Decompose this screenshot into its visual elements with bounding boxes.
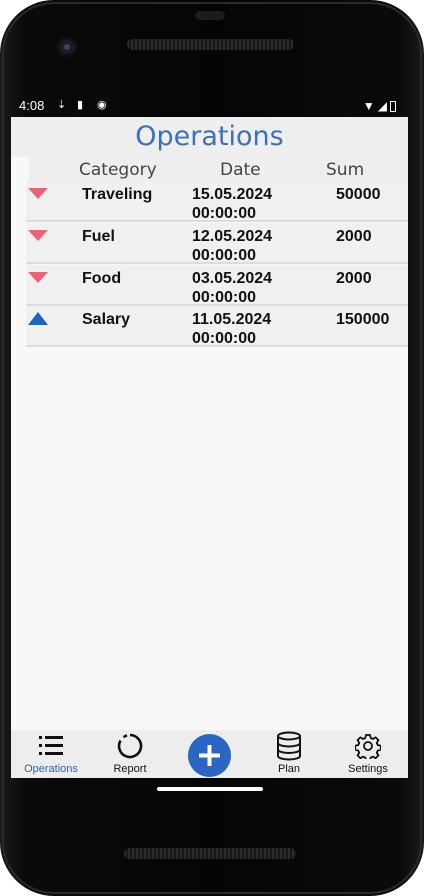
nav-label-settings: Settings [348, 763, 388, 775]
nav-item-settings[interactable]: Settings [333, 730, 403, 778]
gear-icon [355, 734, 381, 759]
sd-card-icon: ▮ [77, 99, 84, 111]
database-icon [277, 731, 301, 761]
bottom-speaker [124, 848, 296, 859]
row-date: 12.05.2024 00:00:00 [192, 228, 273, 264]
row-category: Salary [82, 311, 131, 328]
expense-arrow-icon [28, 188, 48, 199]
nav-item-operations[interactable]: Operations [16, 730, 86, 778]
row-sum: 50000 [336, 186, 381, 203]
list-icon [39, 736, 63, 755]
row-date: 15.05.2024 00:00:00 [192, 186, 273, 222]
nav-label-operations: Operations [24, 763, 78, 775]
nav-item-plan[interactable]: Plan [254, 730, 324, 778]
title-bar: Operations [11, 117, 408, 157]
add-icon [199, 745, 220, 766]
nav-item-report[interactable]: Report [95, 730, 165, 778]
row-sum: 2000 [336, 270, 372, 287]
row-sum: 2000 [336, 228, 372, 245]
app-notification-icon: ◉ [97, 99, 107, 111]
earpiece-speaker [127, 39, 294, 50]
table-row[interactable]: Salary 11.05.2024 00:00:00 150000 [26, 306, 408, 347]
download-icon: ⇣ [57, 99, 67, 111]
bottom-navigation: Operations Report Plan Settings [11, 730, 408, 778]
row-category: Traveling [82, 186, 153, 203]
circle-progress-icon [117, 733, 143, 759]
row-date: 11.05.2024 00:00:00 [192, 311, 272, 347]
nav-label-plan: Plan [277, 763, 301, 775]
signal-icon: ◢ [377, 99, 387, 113]
phone-frame: 4:08 ⇣ ▮ ◉ ▼ ◢ Operations Category Date … [0, 0, 424, 896]
column-header-sum: Sum [326, 160, 365, 180]
status-time: 4:08 [19, 98, 45, 113]
top-sensor [195, 11, 225, 20]
table-header: Category Date Sum [29, 157, 408, 181]
table-row[interactable]: Traveling 15.05.2024 00:00:00 50000 [26, 181, 408, 222]
row-date: 03.05.2024 00:00:00 [192, 270, 273, 306]
income-arrow-icon [28, 312, 48, 325]
expense-arrow-icon [28, 230, 48, 241]
wifi-icon: ▼ [362, 99, 375, 113]
battery-icon [390, 100, 396, 112]
table-row[interactable]: Food 03.05.2024 00:00:00 2000 [26, 265, 408, 306]
row-category: Food [82, 270, 122, 287]
table-row[interactable]: Fuel 12.05.2024 00:00:00 2000 [26, 223, 408, 264]
front-camera [57, 37, 77, 57]
row-category: Fuel [82, 228, 115, 245]
add-operation-button[interactable] [188, 734, 231, 777]
expense-arrow-icon [28, 272, 48, 283]
status-right-icons: ▼ ◢ [363, 99, 396, 113]
row-sum: 150000 [336, 311, 390, 328]
column-header-category: Category [79, 160, 157, 180]
app-screen: Operations Category Date Sum Traveling 1… [11, 117, 408, 778]
status-bar: 4:08 ⇣ ▮ ◉ ▼ ◢ [11, 95, 408, 117]
home-gesture-bar[interactable] [157, 787, 263, 791]
nav-label-report: Report [113, 763, 147, 775]
page-title: Operations [135, 121, 284, 152]
column-header-date: Date [220, 160, 261, 180]
